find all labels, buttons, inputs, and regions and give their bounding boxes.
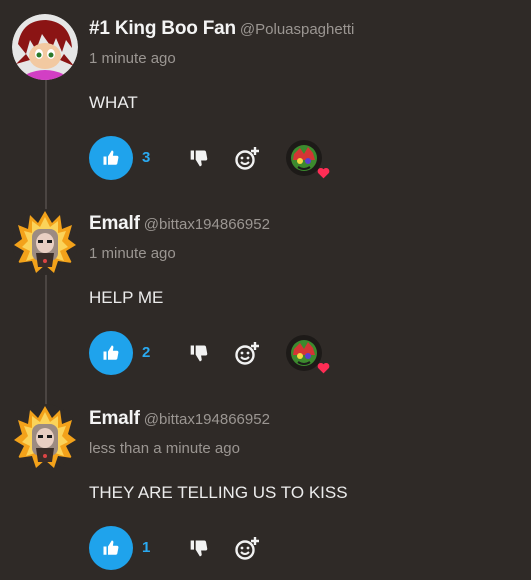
author-name[interactable]: Emalf bbox=[89, 213, 140, 234]
heart-icon bbox=[317, 362, 330, 374]
comment-text: THEY ARE TELLING US TO KISS bbox=[89, 483, 348, 502]
author-name[interactable]: #1 King Boo Fan bbox=[89, 18, 236, 39]
author-handle[interactable]: @bittax194866952 bbox=[144, 411, 270, 428]
dislike-button[interactable] bbox=[189, 148, 209, 168]
comment-header: #1 King Boo Fan @Poluaspaghetti bbox=[89, 18, 354, 40]
author-handle[interactable]: @bittax194866952 bbox=[144, 216, 270, 233]
heart-icon bbox=[317, 167, 330, 179]
like-button[interactable] bbox=[89, 331, 133, 375]
author-handle[interactable]: @Poluaspaghetti bbox=[240, 21, 354, 38]
like-button[interactable] bbox=[89, 136, 133, 180]
add-emoji-icon bbox=[235, 342, 259, 365]
reaction-badge[interactable] bbox=[286, 335, 330, 374]
thumbs-up-icon bbox=[103, 345, 119, 360]
add-emoji-icon bbox=[235, 537, 259, 560]
thumbs-up-icon bbox=[103, 540, 119, 555]
avatar[interactable] bbox=[12, 404, 78, 470]
comment-header: Emalf @bittax194866952 bbox=[89, 213, 270, 235]
timestamp: 1 minute ago bbox=[89, 50, 176, 67]
thumbs-down-icon bbox=[190, 150, 208, 167]
reaction-badge[interactable] bbox=[286, 140, 330, 179]
timestamp: less than a minute ago bbox=[89, 440, 240, 457]
thumbs-up-icon bbox=[103, 150, 119, 165]
timestamp: 1 minute ago bbox=[89, 245, 176, 262]
avatar[interactable] bbox=[12, 209, 78, 275]
author-name[interactable]: Emalf bbox=[89, 408, 140, 429]
comment-text: WHAT bbox=[89, 93, 138, 112]
add-emoji-icon bbox=[235, 147, 259, 170]
like-button[interactable] bbox=[89, 526, 133, 570]
hedgehog-avatar-icon bbox=[12, 14, 78, 80]
comment-actions: 3 bbox=[89, 136, 389, 180]
like-count: 3 bbox=[142, 149, 151, 166]
like-count: 1 bbox=[142, 539, 151, 556]
dislike-button[interactable] bbox=[189, 538, 209, 558]
comment-actions: 1 bbox=[89, 526, 389, 570]
like-count: 2 bbox=[142, 344, 151, 361]
avatar[interactable] bbox=[12, 14, 78, 80]
add-reaction-button[interactable] bbox=[234, 535, 260, 561]
comment-header: Emalf @bittax194866952 bbox=[89, 408, 270, 430]
comment-actions: 2 bbox=[89, 331, 389, 375]
thumbs-down-icon bbox=[190, 345, 208, 362]
add-reaction-button[interactable] bbox=[234, 340, 260, 366]
dislike-button[interactable] bbox=[189, 343, 209, 363]
flame-avatar-icon bbox=[12, 209, 78, 275]
thumbs-down-icon bbox=[190, 540, 208, 557]
add-reaction-button[interactable] bbox=[234, 145, 260, 171]
flame-avatar-icon bbox=[12, 404, 78, 470]
comment-text: HELP ME bbox=[89, 288, 164, 307]
